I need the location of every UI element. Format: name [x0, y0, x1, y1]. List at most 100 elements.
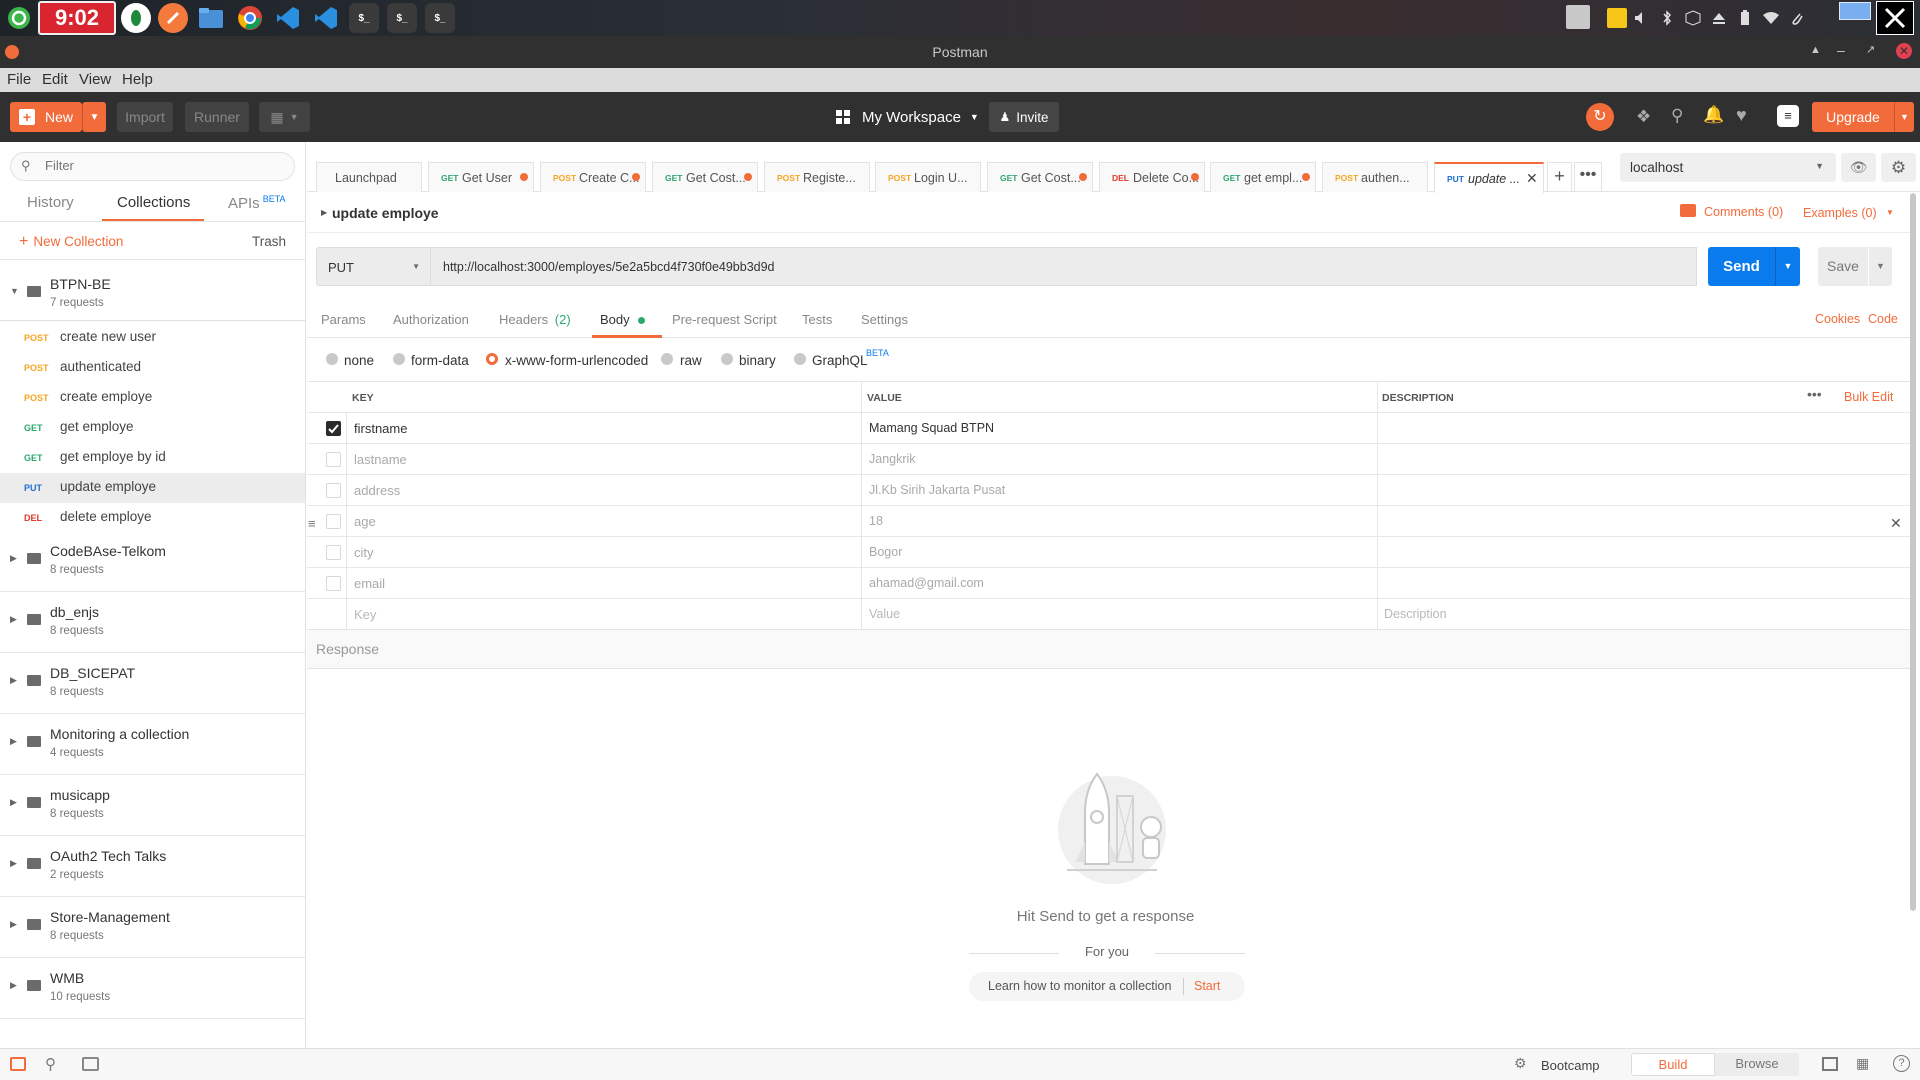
invite-button[interactable]: ♟ Invite: [989, 102, 1059, 132]
help-icon[interactable]: ?: [1893, 1055, 1910, 1072]
collection-btpn-be[interactable]: ▼ BTPN-BE 7 requests: [0, 260, 305, 321]
body-type-raw[interactable]: raw: [680, 353, 702, 368]
tab-apis[interactable]: APIs BETA: [228, 194, 286, 212]
body-type-binary[interactable]: binary: [739, 353, 776, 368]
body-type-none[interactable]: none: [344, 353, 374, 368]
url-input[interactable]: http://localhost:3000/employes/5e2a5bcd4…: [431, 247, 1697, 286]
expand-caret-icon[interactable]: ▶: [10, 980, 17, 991]
clock[interactable]: 9:02: [38, 1, 116, 35]
volume-icon[interactable]: [1631, 8, 1651, 28]
request-item[interactable]: POST authenticated: [0, 353, 305, 383]
row-key[interactable]: lastname: [354, 452, 407, 467]
runner-button[interactable]: Runner: [185, 102, 249, 132]
collection-item[interactable]: ▶ OAuth2 Tech Talks 2 requests: [0, 836, 305, 897]
request-tab[interactable]: GET Get User: [428, 162, 534, 192]
import-button[interactable]: Import: [117, 102, 173, 132]
satellite-icon[interactable]: ❖: [1636, 107, 1651, 127]
save-button[interactable]: Save: [1818, 247, 1868, 286]
manage-environments-gear-icon[interactable]: ⚙: [1881, 153, 1916, 182]
radio-binary[interactable]: [721, 353, 733, 365]
row-key[interactable]: firstname: [354, 421, 407, 436]
vscode-icon[interactable]: [273, 3, 303, 33]
radio-raw[interactable]: [661, 353, 673, 365]
build-mode-button[interactable]: Build: [1631, 1053, 1715, 1076]
row-value[interactable]: Jangkrik: [869, 452, 916, 466]
terminal-icon[interactable]: $_: [349, 3, 379, 33]
radio-urlencoded[interactable]: [486, 353, 498, 365]
collection-item[interactable]: ▶ DB_SICEPAT 8 requests: [0, 653, 305, 714]
request-tab[interactable]: DEL Delete Co...: [1099, 162, 1205, 192]
body-type-form-data[interactable]: form-data: [411, 353, 469, 368]
save-dropdown-button[interactable]: ▼: [1869, 247, 1892, 286]
sticky-notes-icon[interactable]: [1607, 8, 1627, 28]
row-key[interactable]: city: [354, 545, 374, 560]
row-checkbox[interactable]: [326, 545, 341, 560]
row-checkbox[interactable]: [326, 483, 341, 498]
more-options-icon[interactable]: •••: [1807, 386, 1822, 402]
vpn-icon[interactable]: [121, 3, 151, 33]
comments-link[interactable]: Comments (0): [1704, 205, 1783, 219]
new-tab-button[interactable]: +: [1547, 162, 1572, 192]
browse-mode-button[interactable]: Browse: [1715, 1053, 1799, 1076]
filter-input-wrapper[interactable]: ⚲: [10, 152, 295, 181]
row-value[interactable]: Jl.Kb Sirih Jakarta Pusat: [869, 483, 1005, 497]
close-tab-icon[interactable]: ✕: [1526, 170, 1538, 187]
bootcamp-link[interactable]: Bootcamp: [1541, 1058, 1600, 1073]
collection-item[interactable]: ▶ WMB 10 requests: [0, 958, 305, 1019]
request-tab[interactable]: POST Login U...: [875, 162, 981, 192]
description-placeholder[interactable]: Description: [1384, 607, 1447, 621]
terminal-icon-2[interactable]: $_: [387, 3, 417, 33]
minimize-icon[interactable]: –: [1837, 42, 1845, 58]
send-button[interactable]: Send: [1708, 247, 1775, 286]
collection-item[interactable]: ▶ CodeBAse-Telkom 8 requests: [0, 531, 305, 592]
subtab-pre-request-script[interactable]: Pre-request Script: [672, 312, 777, 327]
notifications-bell-icon[interactable]: 🔔: [1703, 105, 1724, 125]
row-key[interactable]: address: [354, 483, 400, 498]
heart-icon[interactable]: ♥: [1736, 105, 1747, 126]
cookies-link[interactable]: Cookies: [1815, 312, 1860, 326]
collection-item[interactable]: ▶ Monitoring a collection 4 requests: [0, 714, 305, 775]
upgrade-button[interactable]: Upgrade: [1812, 102, 1894, 132]
request-tab[interactable]: GET Get Cost...: [652, 162, 758, 192]
request-item[interactable]: GET get employe by id: [0, 443, 305, 473]
tab-more-icon[interactable]: •••: [1574, 162, 1602, 192]
method-select[interactable]: PUT ▼: [316, 247, 431, 286]
main-scrollbar[interactable]: [1910, 193, 1916, 911]
subtab-settings[interactable]: Settings: [861, 312, 908, 327]
row-key[interactable]: email: [354, 576, 385, 591]
expand-caret-icon[interactable]: ▶: [10, 614, 17, 625]
attachment-icon[interactable]: [1787, 8, 1807, 28]
request-tab[interactable]: GET Get Cost...: [987, 162, 1093, 192]
menu-help[interactable]: Help: [122, 71, 153, 88]
value-placeholder[interactable]: Value: [869, 607, 900, 621]
wifi-icon[interactable]: [1761, 8, 1781, 28]
row-value[interactable]: 18: [869, 514, 883, 528]
row-checkbox[interactable]: [326, 452, 341, 467]
expand-caret-icon[interactable]: ▶: [10, 736, 17, 747]
subtab-params[interactable]: Params: [321, 312, 366, 327]
menu-edit[interactable]: Edit: [42, 71, 68, 88]
expand-caret-icon[interactable]: ▶: [10, 797, 17, 808]
interceptor-icon[interactable]: ⚲: [1671, 106, 1683, 126]
request-tab[interactable]: POST Create C...: [540, 162, 646, 192]
collection-item[interactable]: ▶ Store-Management 8 requests: [0, 897, 305, 958]
bookshelf-icon[interactable]: ▦: [1856, 1055, 1869, 1072]
new-button[interactable]: + New: [10, 102, 82, 132]
radio-form-data[interactable]: [393, 353, 405, 365]
sync-icon[interactable]: ↻: [1586, 103, 1614, 131]
vscode-icon-2[interactable]: [311, 3, 341, 33]
subtab-body[interactable]: Body: [600, 312, 646, 327]
notes-app-icon[interactable]: [1566, 5, 1590, 29]
row-key[interactable]: age: [354, 514, 376, 529]
row-checkbox[interactable]: [326, 421, 341, 436]
toggle-sidebar-icon[interactable]: [10, 1057, 26, 1071]
expand-caret-icon[interactable]: ▶: [10, 675, 17, 686]
maximize-icon[interactable]: ↗: [1866, 43, 1875, 56]
upgrade-dropdown-button[interactable]: ▼: [1894, 102, 1914, 132]
close-app-x-icon[interactable]: [1876, 1, 1914, 35]
body-type-urlencoded[interactable]: x-www-form-urlencoded: [505, 353, 648, 368]
workspace-selector[interactable]: My Workspace ▼: [836, 102, 982, 132]
subtab-authorization[interactable]: Authorization: [393, 312, 469, 327]
console-icon[interactable]: [82, 1057, 99, 1071]
collapse-caret-icon[interactable]: ▼: [10, 286, 19, 296]
